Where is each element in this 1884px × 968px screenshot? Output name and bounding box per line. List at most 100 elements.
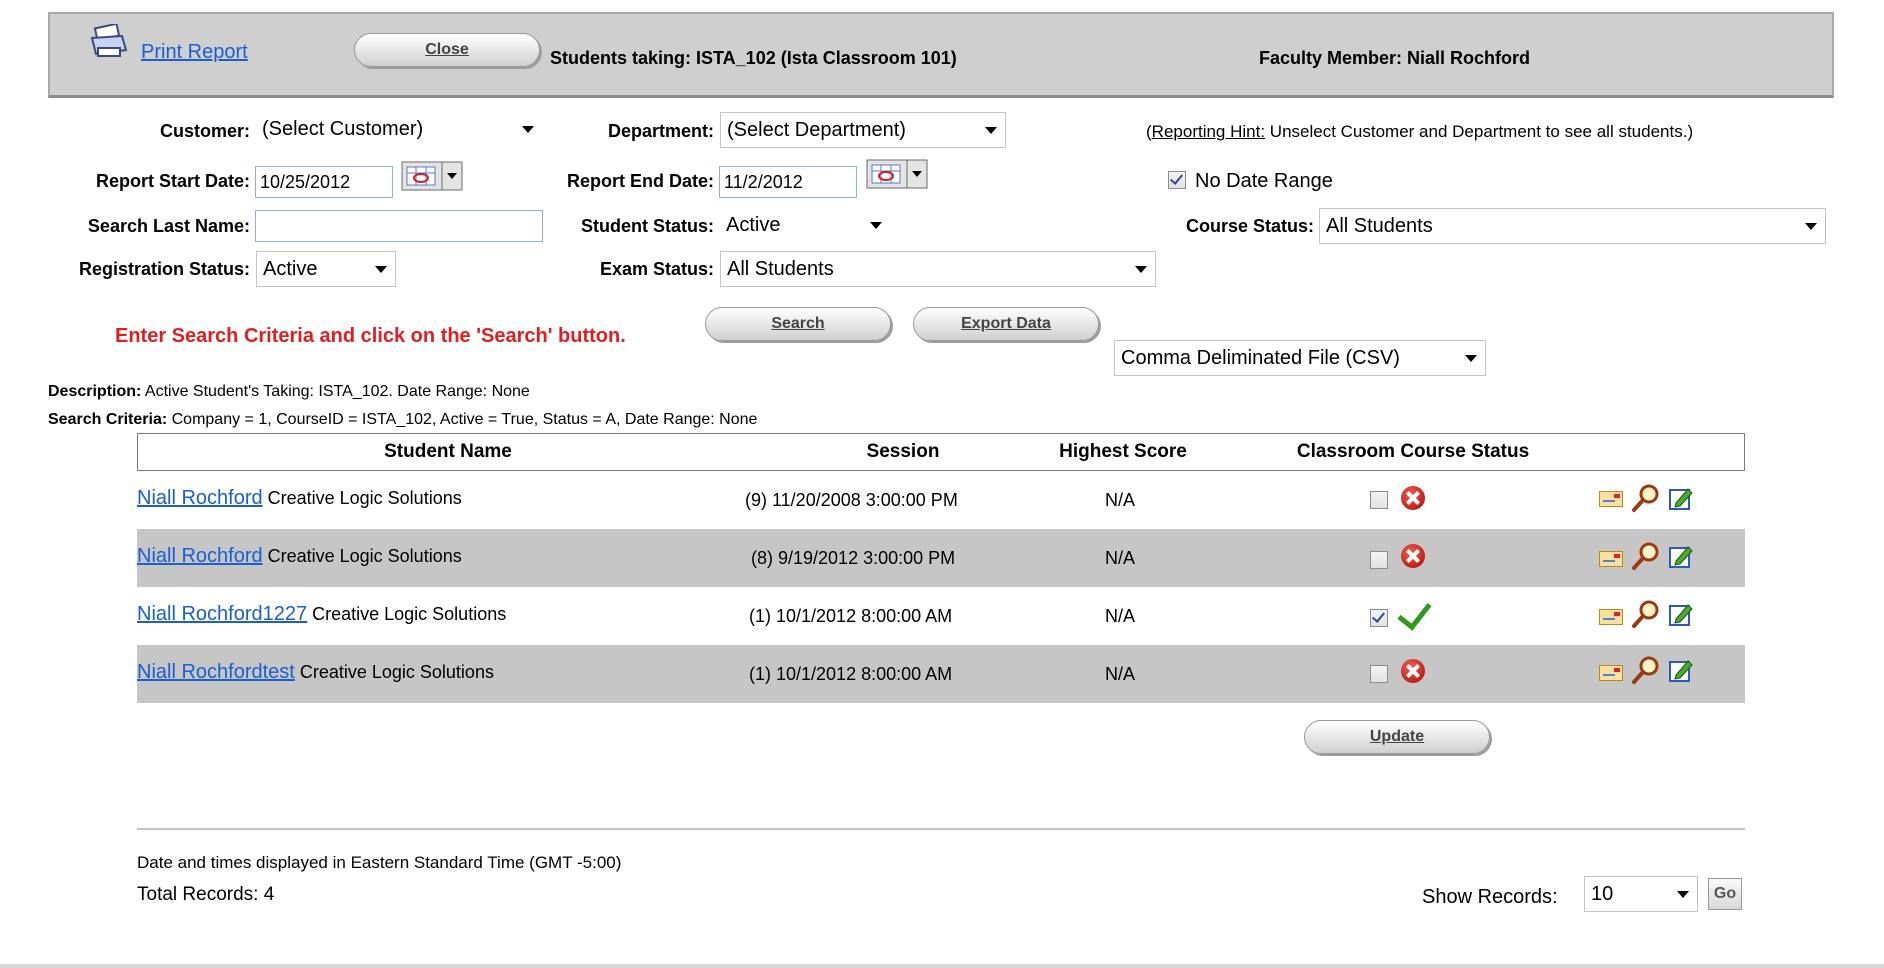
- department-label: Department:: [607, 121, 714, 141]
- criteria-text: Company = 1, CourseID = ISTA_102, Active…: [167, 411, 758, 428]
- students-taking-title: Students taking: ISTA_102 (Ista Classroo…: [550, 48, 957, 68]
- id-card-icon[interactable]: [1599, 609, 1623, 625]
- criteria-label: Search Criteria:: [48, 411, 168, 428]
- calendar-icon[interactable]: [401, 161, 463, 191]
- report-description: Description: Active Student's Taking: IS…: [48, 383, 530, 401]
- table-row: Niall Rochford Creative Logic Solutions …: [137, 471, 1745, 529]
- chevron-down-icon: [522, 126, 534, 133]
- search-button[interactable]: Search: [705, 307, 891, 341]
- incomplete-x-icon: [1401, 486, 1425, 510]
- end-date-input[interactable]: 11/2/2012: [719, 166, 857, 198]
- column-header-course-status: Classroom Course Status: [1296, 441, 1530, 462]
- chevron-down-icon: [1677, 891, 1689, 898]
- score-cell: N/A: [1105, 664, 1136, 684]
- update-button[interactable]: Update: [1304, 720, 1490, 754]
- course-status-checkbox[interactable]: [1370, 551, 1388, 569]
- student-status-select[interactable]: Active: [720, 208, 890, 244]
- printer-icon[interactable]: [88, 24, 130, 60]
- department-select-value: (Select Department): [727, 119, 906, 141]
- page-bottom-edge: [0, 964, 1884, 968]
- export-format-select[interactable]: Comma Deliminated File (CSV): [1114, 340, 1486, 376]
- last-name-label: Search Last Name:: [87, 216, 250, 236]
- student-name-link[interactable]: Niall Rochford: [137, 487, 263, 509]
- start-date-input[interactable]: 10/25/2012: [255, 166, 393, 198]
- id-card-icon[interactable]: [1599, 491, 1623, 507]
- student-cell: Niall Rochfordtest Creative Logic Soluti…: [137, 661, 494, 684]
- show-records-value: 10: [1591, 883, 1614, 905]
- customer-select[interactable]: (Select Customer): [256, 112, 542, 148]
- calendar-icon[interactable]: [866, 159, 928, 189]
- hint-text: Unselect Customer and Department to see …: [1265, 122, 1694, 141]
- close-button[interactable]: Close: [354, 33, 540, 67]
- export-data-button[interactable]: Export Data: [913, 307, 1099, 341]
- course-status-checkbox[interactable]: [1370, 665, 1388, 683]
- session-cell: (1) 10/1/2012 8:00:00 AM: [749, 606, 953, 626]
- end-date-label: Report End Date:: [566, 171, 714, 191]
- chevron-down-icon: [1805, 223, 1817, 230]
- id-card-icon[interactable]: [1599, 665, 1623, 681]
- table-row: Niall Rochfordtest Creative Logic Soluti…: [137, 645, 1745, 703]
- start-date-label: Report Start Date:: [95, 171, 250, 191]
- incomplete-x-icon: [1401, 544, 1425, 568]
- customer-select-value: (Select Customer): [262, 118, 424, 140]
- course-status-select[interactable]: All Students: [1319, 208, 1826, 244]
- magnifier-icon[interactable]: [1631, 483, 1661, 513]
- last-name-input[interactable]: [255, 210, 543, 242]
- footer-divider: [137, 828, 1745, 830]
- registration-status-select[interactable]: Active: [256, 251, 396, 287]
- score-cell: N/A: [1105, 490, 1136, 510]
- student-name-link[interactable]: Niall Rochfordtest: [137, 661, 295, 683]
- student-name-link[interactable]: Niall Rochford: [137, 545, 263, 567]
- table-header: Student Name Session Highest Score Class…: [137, 433, 1745, 471]
- customer-label: Customer:: [159, 121, 250, 141]
- course-status-checkbox[interactable]: [1370, 491, 1388, 509]
- show-records-label: Show Records:: [1422, 886, 1558, 908]
- report-header-bar: Print Report Close Students taking: ISTA…: [48, 12, 1834, 98]
- edit-icon[interactable]: [1668, 657, 1694, 683]
- faculty-member-title: Faculty Member: Niall Rochford: [1259, 48, 1531, 68]
- session-cell: (9) 11/20/2008 3:00:00 PM: [745, 490, 958, 510]
- magnifier-icon[interactable]: [1631, 599, 1661, 629]
- student-status-value: Active: [726, 214, 781, 236]
- course-status-label: Course Status:: [1185, 216, 1314, 236]
- edit-icon[interactable]: [1668, 543, 1694, 569]
- edit-icon[interactable]: [1668, 485, 1694, 511]
- company-name: Creative Logic Solutions: [307, 604, 507, 624]
- score-cell: N/A: [1105, 548, 1136, 568]
- reporting-hint: (Reporting Hint: Unselect Customer and D…: [1146, 122, 1693, 142]
- description-text: Active Student's Taking: ISTA_102. Date …: [141, 383, 530, 400]
- score-cell: N/A: [1105, 606, 1136, 626]
- department-select[interactable]: (Select Department): [720, 112, 1006, 148]
- reporting-hint-link[interactable]: Reporting Hint:: [1152, 122, 1265, 141]
- timezone-note: Date and times displayed in Eastern Stan…: [137, 853, 622, 872]
- student-name-link[interactable]: Niall Rochford1227: [137, 603, 307, 625]
- chevron-down-icon: [870, 222, 882, 229]
- chevron-down-icon: [985, 127, 997, 134]
- exam-status-select[interactable]: All Students: [720, 251, 1156, 287]
- course-status-value: All Students: [1326, 215, 1433, 237]
- exam-status-label: Exam Status:: [599, 259, 714, 279]
- edit-icon[interactable]: [1668, 601, 1694, 627]
- export-format-value: Comma Deliminated File (CSV): [1121, 347, 1400, 369]
- complete-check-icon: [1397, 594, 1432, 631]
- table-row: Niall Rochford1227 Creative Logic Soluti…: [137, 587, 1745, 645]
- no-date-range-checkbox[interactable]: [1168, 171, 1186, 189]
- chevron-down-icon: [375, 266, 387, 273]
- description-label: Description:: [48, 383, 142, 400]
- student-status-label: Student Status:: [581, 216, 714, 236]
- total-records: Total Records: 4: [137, 884, 275, 905]
- magnifier-icon[interactable]: [1631, 541, 1661, 571]
- search-criteria: Search Criteria: Company = 1, CourseID =…: [48, 411, 757, 429]
- print-report-link[interactable]: Print Report: [141, 41, 248, 64]
- show-records-select[interactable]: 10: [1584, 876, 1698, 912]
- magnifier-icon[interactable]: [1631, 655, 1661, 685]
- chevron-down-icon: [1465, 355, 1477, 362]
- id-card-icon[interactable]: [1599, 551, 1623, 567]
- go-button[interactable]: Go: [1708, 878, 1742, 910]
- course-status-checkbox[interactable]: [1370, 609, 1388, 627]
- no-date-range-label: No Date Range: [1195, 170, 1333, 192]
- exam-status-value: All Students: [727, 258, 834, 280]
- company-name: Creative Logic Solutions: [262, 546, 462, 566]
- company-name: Creative Logic Solutions: [262, 488, 462, 508]
- registration-status-value: Active: [263, 258, 318, 280]
